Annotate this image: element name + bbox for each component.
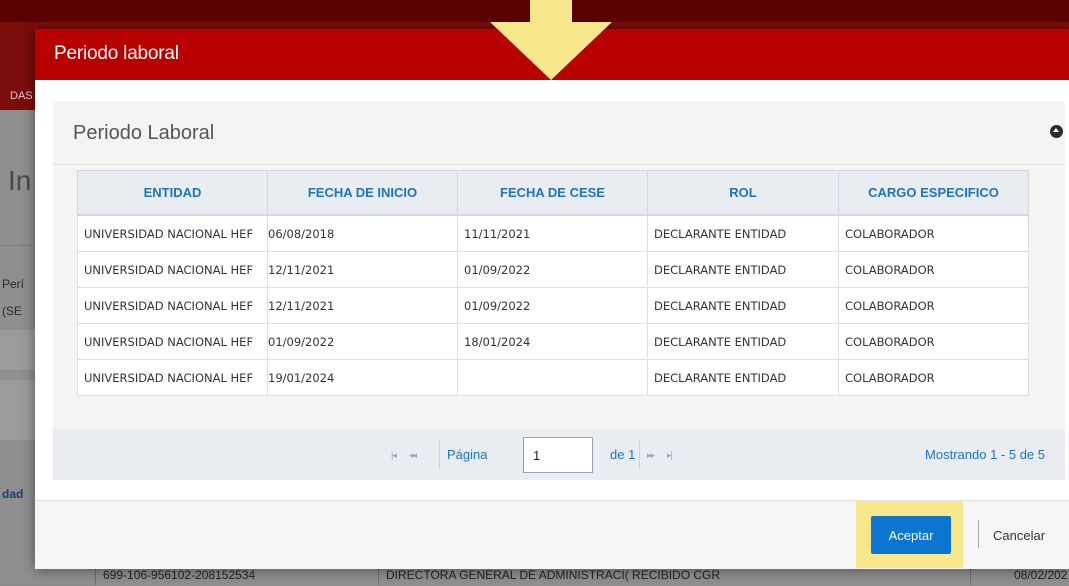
cell-fecha-inicio: 06/08/2018 xyxy=(267,214,458,252)
cell-rol: DECLARANTE ENTIDAD xyxy=(647,359,839,396)
cell-entidad: UNIVERSIDAD NACIONAL HEF xyxy=(77,251,268,288)
pager-divider xyxy=(439,441,440,469)
bg-row-date: 08/02/202 xyxy=(1014,568,1068,582)
period-table: ENTIDAD FECHA DE INICIO FECHA DE CESE RO… xyxy=(77,170,1029,396)
bg-row-code: 699-106-956102-208152534 xyxy=(103,568,256,582)
dialog-body: Periodo Laboral ENTIDAD FECHA DE INICIO … xyxy=(35,80,1069,500)
table-row[interactable]: UNIVERSIDAD NACIONAL HEF 06/08/2018 11/1… xyxy=(77,214,1029,252)
down-arrow-icon xyxy=(490,0,612,80)
cell-rol: DECLARANTE ENTIDAD xyxy=(647,287,839,324)
column-header-entidad[interactable]: ENTIDAD xyxy=(77,170,268,216)
cell-fecha-inicio: 01/09/2022 xyxy=(267,323,458,360)
cell-fecha-cese: 11/11/2021 xyxy=(457,214,648,252)
bg-row-description: DIRECTORA GENERAL DE ADMINISTRACI( RECIB… xyxy=(386,568,721,582)
period-select-fragment[interactable]: (SE xyxy=(2,304,22,318)
bg-form-row xyxy=(0,380,40,440)
table-row[interactable]: UNIVERSIDAD NACIONAL HEF 01/09/2022 18/0… xyxy=(77,323,1029,360)
cell-fecha-inicio: 19/01/2024 xyxy=(267,359,458,396)
bg-form-row xyxy=(0,330,40,370)
page-title-fragment: In xyxy=(8,165,32,196)
panel-header: Periodo Laboral xyxy=(53,101,1065,165)
period-dialog: Periodo laboral Periodo Laboral ENTIDAD … xyxy=(35,29,1069,569)
entity-link-fragment[interactable]: dad xyxy=(2,487,23,501)
cell-cargo: COLABORADOR xyxy=(838,287,1029,324)
cancel-button[interactable]: Cancelar xyxy=(987,516,1057,554)
table-row[interactable]: UNIVERSIDAD NACIONAL HEF 19/01/2024 DECL… xyxy=(77,359,1029,396)
table-row[interactable]: UNIVERSIDAD NACIONAL HEF 12/11/2021 01/0… xyxy=(77,287,1029,324)
cell-entidad: UNIVERSIDAD NACIONAL HEF xyxy=(77,214,268,252)
pagination-bar: |◂ ◂◂ Página de 1 ▸▸ ▸| Mostrando 1 - 5 … xyxy=(53,430,1065,480)
column-header-fecha-cese[interactable]: FECHA DE CESE xyxy=(457,170,648,216)
column-header-rol[interactable]: ROL xyxy=(647,170,839,216)
period-panel: Periodo Laboral ENTIDAD FECHA DE INICIO … xyxy=(53,101,1065,480)
column-header-fecha-inicio[interactable]: FECHA DE INICIO xyxy=(267,170,458,216)
accept-button[interactable]: Aceptar xyxy=(871,516,951,554)
cell-fecha-cese: 18/01/2024 xyxy=(457,323,648,360)
page-count-label: de 1 xyxy=(610,447,636,462)
cell-rol: DECLARANTE ENTIDAD xyxy=(647,323,839,360)
cell-fecha-inicio: 12/11/2021 xyxy=(267,251,458,288)
cell-rol: DECLARANTE ENTIDAD xyxy=(647,214,839,252)
panel-title: Periodo Laboral xyxy=(73,122,215,144)
dialog-footer: Aceptar Cancelar xyxy=(35,500,1069,569)
page-label: Página xyxy=(447,447,488,462)
page-number-input[interactable] xyxy=(523,437,593,473)
footer-divider xyxy=(978,520,979,548)
cell-fecha-cese xyxy=(457,359,648,396)
collapse-icon[interactable] xyxy=(1050,125,1063,138)
last-page-icon[interactable]: ▸| xyxy=(667,450,673,461)
column-header-cargo[interactable]: CARGO ESPECIFICO xyxy=(838,170,1029,216)
bg-divider xyxy=(0,245,40,246)
prev-page-icon[interactable]: ◂◂ xyxy=(409,450,417,461)
cell-entidad: UNIVERSIDAD NACIONAL HEF xyxy=(77,287,268,324)
cell-fecha-inicio: 12/11/2021 xyxy=(267,287,458,324)
cell-entidad: UNIVERSIDAD NACIONAL HEF xyxy=(77,359,268,396)
cell-entidad: UNIVERSIDAD NACIONAL HEF xyxy=(77,323,268,360)
period-label-fragment: Perí xyxy=(2,277,25,291)
pager-info: Mostrando 1 - 5 de 5 xyxy=(925,447,1045,462)
dialog-title: Periodo laboral xyxy=(54,43,179,64)
cell-rol: DECLARANTE ENTIDAD xyxy=(647,251,839,288)
first-page-icon[interactable]: |◂ xyxy=(391,450,397,461)
cell-cargo: COLABORADOR xyxy=(838,214,1029,252)
cell-fecha-cese: 01/09/2022 xyxy=(457,287,648,324)
pager-divider xyxy=(639,441,640,469)
next-page-icon[interactable]: ▸▸ xyxy=(647,450,655,461)
cell-cargo: COLABORADOR xyxy=(838,251,1029,288)
table-header-row: ENTIDAD FECHA DE INICIO FECHA DE CESE RO… xyxy=(77,170,1029,216)
table-row[interactable]: UNIVERSIDAD NACIONAL HEF 12/11/2021 01/0… xyxy=(77,251,1029,288)
cell-fecha-cese: 01/09/2022 xyxy=(457,251,648,288)
cell-cargo: COLABORADOR xyxy=(838,323,1029,360)
nav-item-fragment[interactable]: DAS xyxy=(10,90,33,102)
cell-cargo: COLABORADOR xyxy=(838,359,1029,396)
